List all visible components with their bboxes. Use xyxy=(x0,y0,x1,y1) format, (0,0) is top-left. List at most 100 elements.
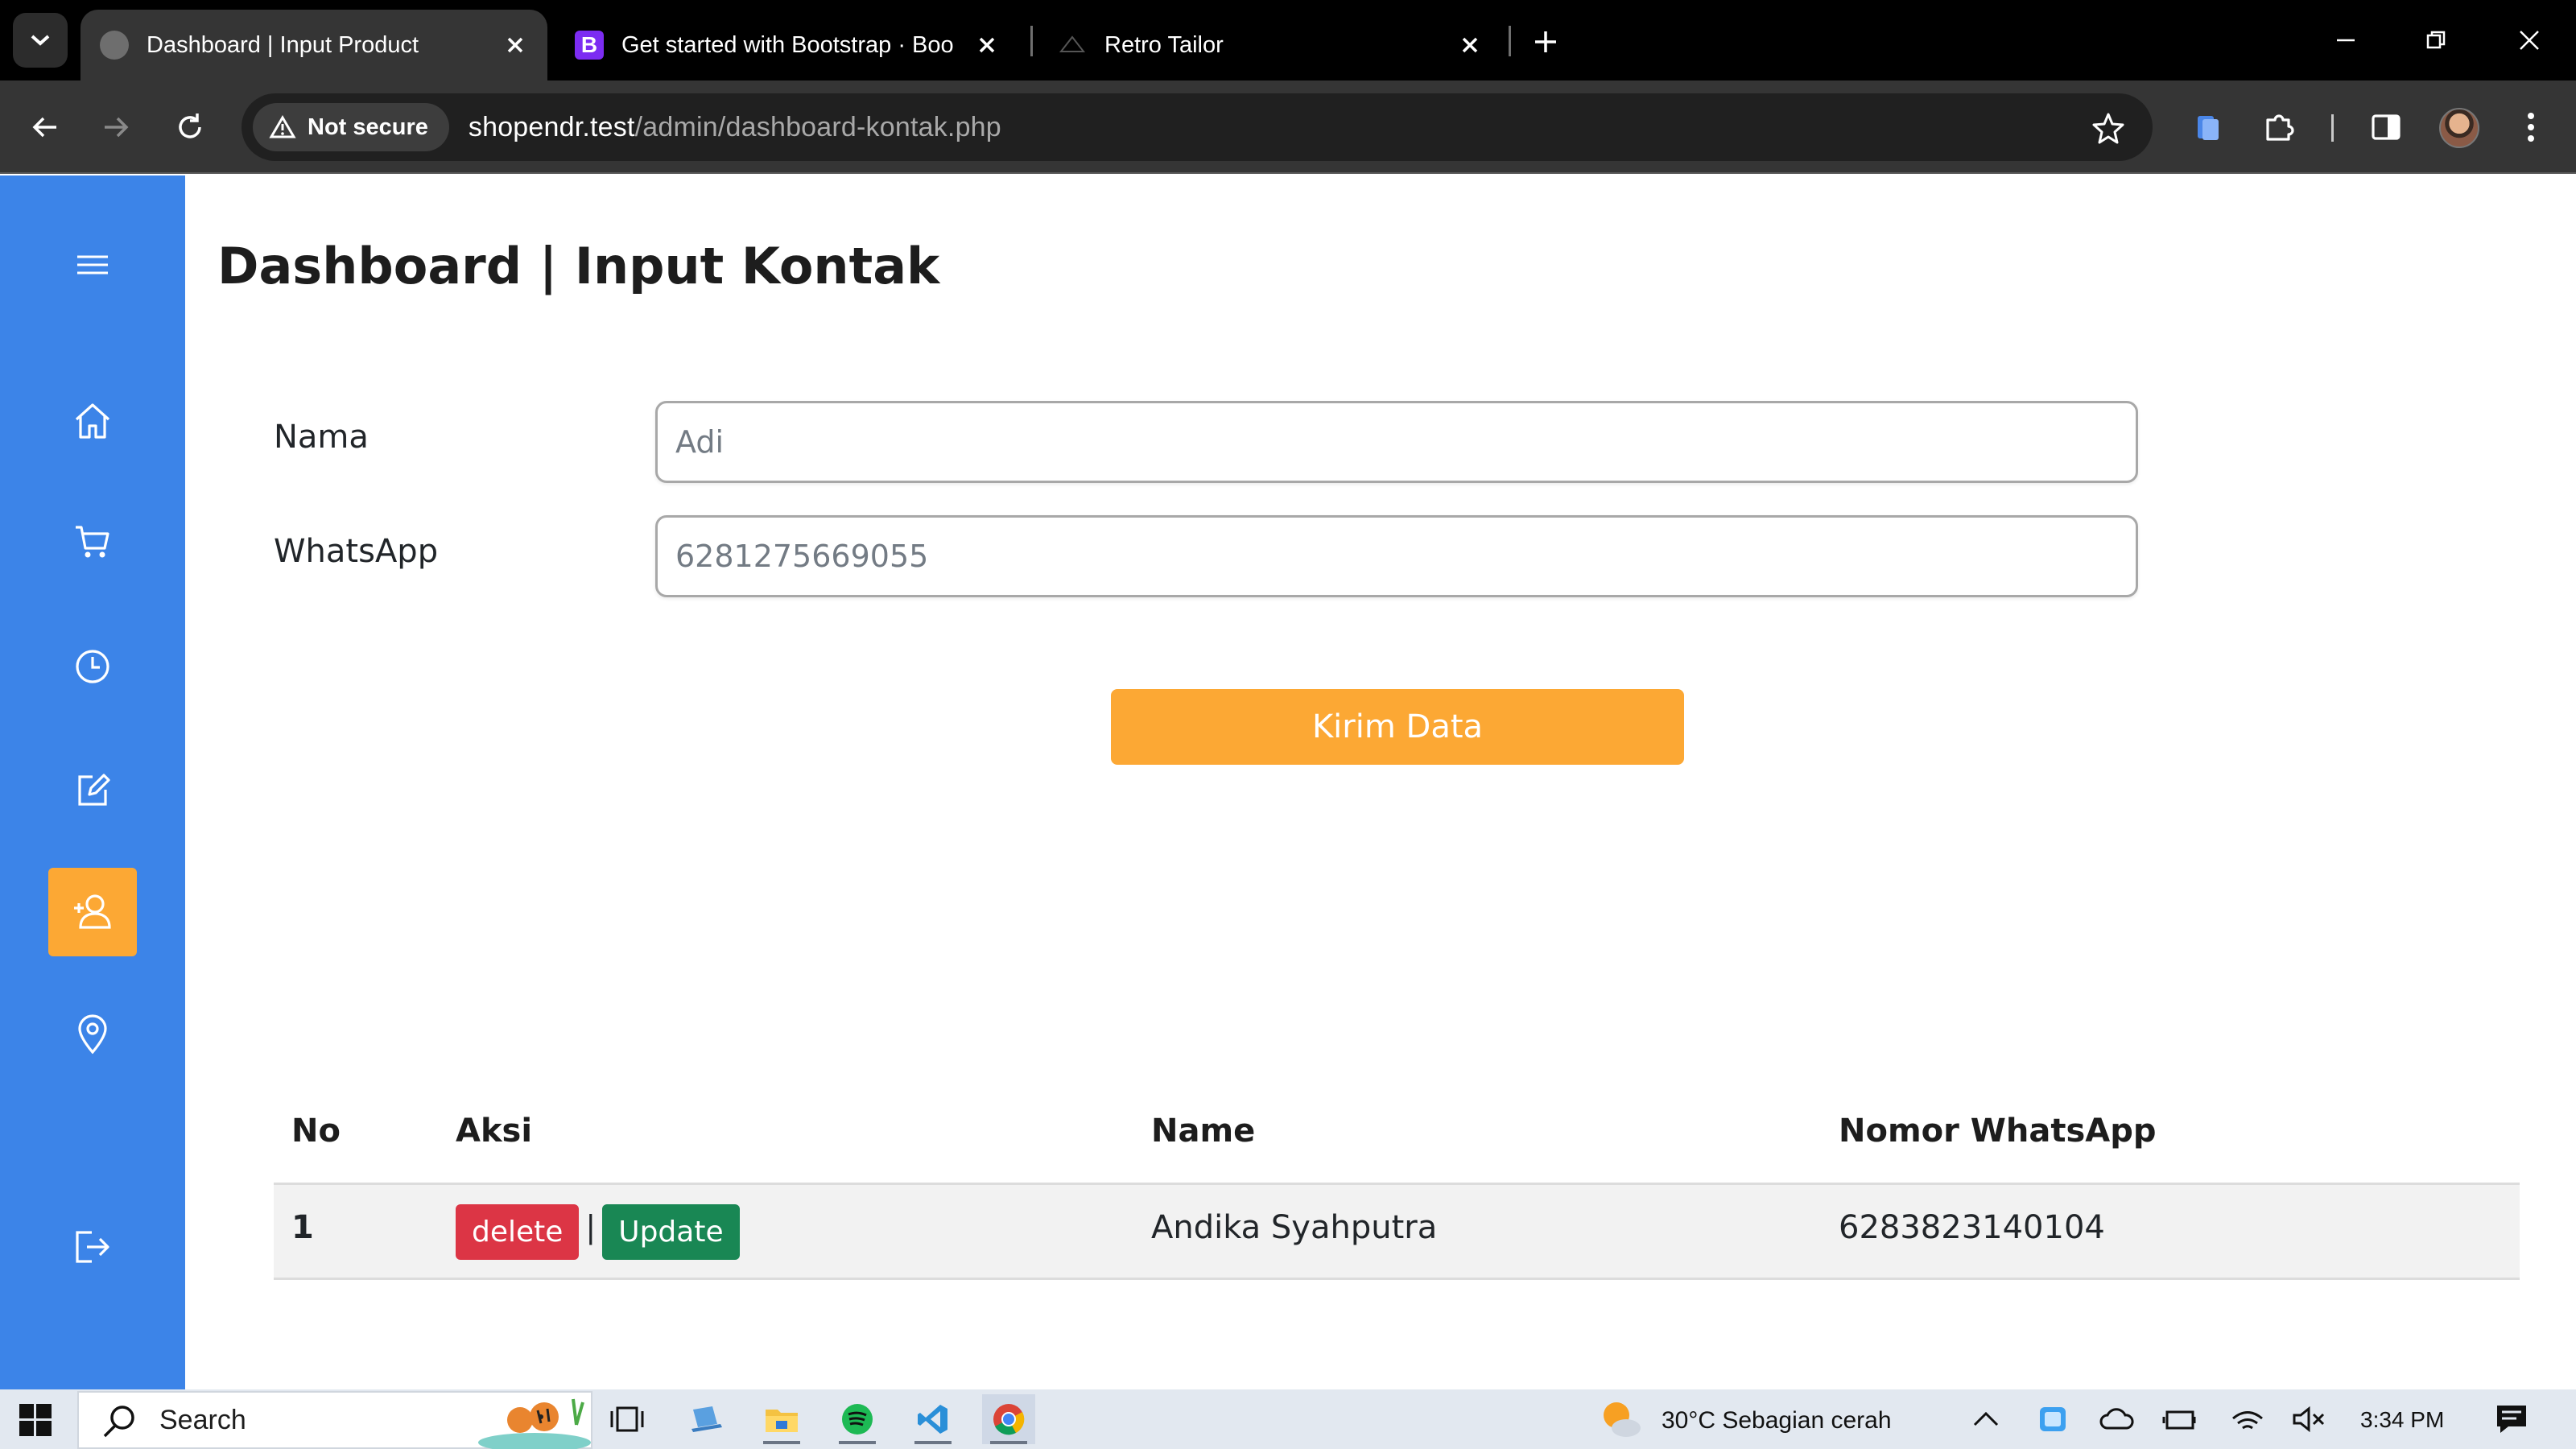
vscode-icon xyxy=(918,1405,947,1434)
chevron-up-icon[interactable] xyxy=(1972,1409,2000,1428)
sidebar-item-edit[interactable] xyxy=(48,745,137,834)
sidebar-item-history[interactable] xyxy=(48,622,137,711)
windows-start-icon[interactable] xyxy=(19,1404,52,1436)
taskbar-search[interactable]: Search xyxy=(77,1391,592,1449)
bootstrap-logo-icon: B xyxy=(575,31,604,60)
warning-icon xyxy=(269,115,296,138)
sidebar-item-contacts[interactable] xyxy=(48,868,137,956)
delete-button[interactable]: delete xyxy=(456,1203,580,1260)
sidebar-item-products[interactable] xyxy=(48,497,137,586)
document-extension-icon xyxy=(2198,116,2219,140)
browser-tab-strip: Dashboard | Input Product B Get started … xyxy=(0,0,2576,80)
forward-button[interactable] xyxy=(92,103,140,151)
battery-icon[interactable] xyxy=(2162,1406,2199,1433)
windows-taskbar: Search 30°C Sebagian cerah 3:34 PM xyxy=(0,1389,2576,1449)
logout-icon xyxy=(76,1231,109,1263)
contacts-table: No Aksi Name Nomor WhatsApp 1 delete | Upd… xyxy=(274,1080,2520,1280)
row-whatsapp: 6283823140104 xyxy=(1821,1183,2520,1280)
table-row: 1 delete | Update Andika Syahputra 6283823… xyxy=(274,1183,2520,1280)
extension-docs-button[interactable] xyxy=(2183,103,2231,151)
chevron-down-icon xyxy=(31,35,50,46)
browser-menu-button[interactable] xyxy=(2507,103,2555,151)
url-text[interactable]: shopendr.test/admin/dashboard-kontak.php xyxy=(469,112,1001,143)
weather-partly-sunny-icon[interactable] xyxy=(1599,1397,1644,1441)
tray-app-icon[interactable] xyxy=(2037,1404,2069,1435)
taskbar-app-spotify[interactable] xyxy=(831,1394,884,1444)
search-highlight-tiger-icon xyxy=(478,1398,591,1449)
add-user-icon xyxy=(74,894,111,929)
row-number: 1 xyxy=(274,1183,438,1280)
column-header-aksi: Aksi xyxy=(438,1080,1133,1185)
star-icon xyxy=(2092,113,2124,144)
taskbar-app-file-explorer[interactable] xyxy=(755,1394,808,1444)
hanger-icon xyxy=(1058,31,1087,60)
clock-time[interactable]: 3:34 PM xyxy=(2360,1407,2444,1433)
chrome-icon xyxy=(993,1404,1025,1435)
wifi-icon[interactable] xyxy=(2230,1404,2265,1435)
weather-text[interactable]: 30°C Sebagian cerah xyxy=(1662,1407,1892,1435)
cart-icon xyxy=(76,526,109,558)
column-header-no: No xyxy=(274,1080,438,1185)
back-button[interactable] xyxy=(21,103,69,151)
new-tab-button[interactable] xyxy=(1526,23,1565,61)
whatsapp-label: WhatsApp xyxy=(274,533,439,570)
profile-avatar[interactable] xyxy=(2439,108,2479,148)
taskbar-app-chrome[interactable] xyxy=(982,1394,1035,1444)
taskbar-app-laptop[interactable] xyxy=(679,1394,733,1444)
notifications-icon[interactable] xyxy=(2494,1402,2529,1436)
task-view-button[interactable] xyxy=(601,1394,654,1444)
row-actions: delete | Update xyxy=(438,1183,1133,1280)
restore-button[interactable] xyxy=(2412,16,2460,64)
column-header-name: Name xyxy=(1133,1080,1821,1185)
close-window-button[interactable] xyxy=(2505,16,2553,64)
restore-icon xyxy=(2426,31,2446,49)
taskbar-app-vscode[interactable] xyxy=(906,1394,960,1444)
close-tab-icon[interactable] xyxy=(499,29,531,61)
close-tab-icon[interactable] xyxy=(971,29,1003,61)
arrow-right-icon xyxy=(105,117,129,138)
close-tab-icon[interactable] xyxy=(1454,29,1486,61)
sidebar-item-logout[interactable] xyxy=(48,1203,137,1291)
submit-button[interactable]: Kirim Data xyxy=(1111,689,1684,765)
reload-icon xyxy=(179,114,201,138)
globe-icon xyxy=(100,31,129,60)
extensions-button[interactable] xyxy=(2256,103,2304,151)
sidebar-item-location[interactable] xyxy=(48,990,137,1079)
puzzle-icon xyxy=(2266,114,2294,141)
nama-input[interactable] xyxy=(655,401,2138,483)
volume-muted-icon[interactable] xyxy=(2291,1406,2326,1433)
update-button[interactable]: Update xyxy=(602,1203,740,1260)
sidebar xyxy=(0,175,185,1389)
main-content: Dashboard | Input Kontak Nama WhatsApp K… xyxy=(185,175,2576,1389)
tab-divider xyxy=(1030,26,1033,56)
location-icon xyxy=(78,1014,107,1055)
table-header-row: No Aksi Name Nomor WhatsApp xyxy=(274,1080,2520,1185)
minimize-button[interactable] xyxy=(2322,16,2370,64)
sidebar-item-home[interactable] xyxy=(48,377,137,465)
side-panel-button[interactable] xyxy=(2362,103,2410,151)
nama-label: Nama xyxy=(274,419,369,456)
whatsapp-input[interactable] xyxy=(655,515,2138,597)
folder-icon xyxy=(766,1410,798,1432)
action-separator: | xyxy=(585,1208,597,1245)
tab-bootstrap[interactable]: B Get started with Bootstrap · Boo xyxy=(564,10,1014,80)
onedrive-cloud-icon[interactable] xyxy=(2099,1407,2135,1431)
security-indicator[interactable]: Not secure xyxy=(253,103,449,151)
page-title: Dashboard | Input Kontak xyxy=(217,237,940,295)
kebab-menu-icon xyxy=(2528,113,2534,142)
row-name: Andika Syahputra xyxy=(1133,1183,1821,1280)
tab-dashboard[interactable]: Dashboard | Input Product xyxy=(80,10,547,80)
bookmark-star-button[interactable] xyxy=(2088,108,2128,148)
home-icon xyxy=(75,403,110,439)
plus-icon xyxy=(1535,31,1556,52)
spotify-icon xyxy=(842,1404,873,1435)
column-header-whatsapp: Nomor WhatsApp xyxy=(1821,1080,2520,1185)
reload-button[interactable] xyxy=(166,103,214,151)
arrow-left-icon xyxy=(32,117,56,138)
tab-retro-tailor[interactable]: Retro Tailor xyxy=(1046,10,1497,80)
task-view-icon xyxy=(610,1406,644,1432)
tab-search-button[interactable] xyxy=(13,13,68,68)
sidebar-toggle-button[interactable] xyxy=(48,221,137,309)
laptop-app-icon xyxy=(691,1406,722,1432)
address-bar[interactable]: Not secure shopendr.test/admin/dashboard… xyxy=(242,93,2153,161)
